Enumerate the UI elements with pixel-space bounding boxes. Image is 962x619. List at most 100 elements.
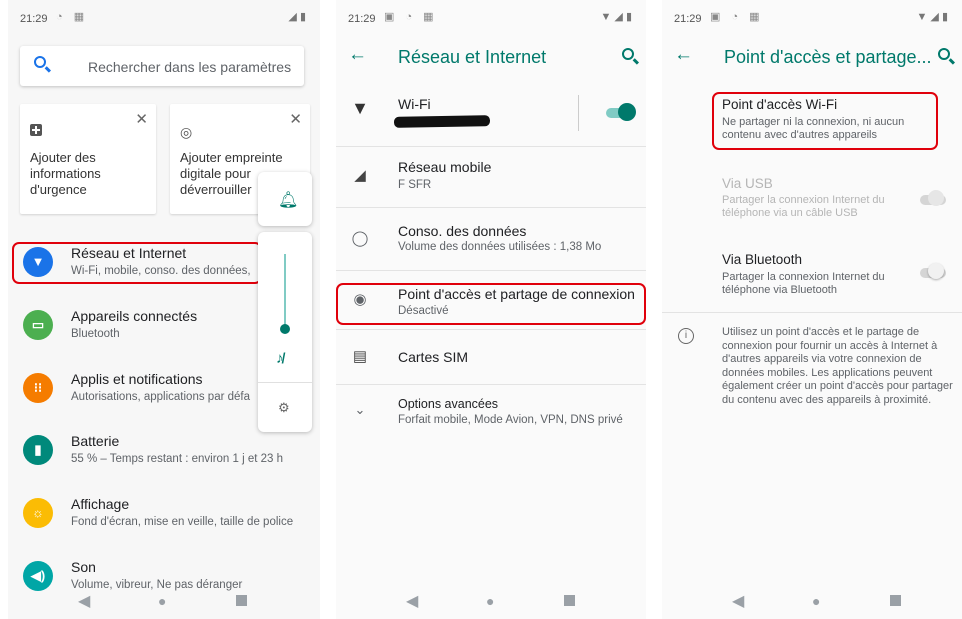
item-subtitle: Volume des données utilisées : 1,38 Mo xyxy=(398,241,602,253)
nav-back-icon[interactable]: ◀ xyxy=(732,591,744,611)
notification-icons: ▣ ◔ ▦ xyxy=(710,11,764,23)
network-item-advanced[interactable]: ⌄ Options avancées Forfait mobile, Mode … xyxy=(336,386,646,440)
suggestion-label: Ajouter des informations d'urgence xyxy=(30,150,101,197)
bluetooth-toggle[interactable] xyxy=(920,263,950,283)
devices-icon: ▭ xyxy=(23,310,53,340)
search-bar[interactable]: Rechercher dans les paramètres xyxy=(20,46,304,86)
notification-icons: ◔ ▦ xyxy=(56,11,89,23)
back-arrow-icon[interactable]: ← xyxy=(674,44,693,66)
redacted-ssid xyxy=(393,115,491,128)
nav-home-icon[interactable]: ● xyxy=(158,593,166,609)
sim-icon: ▤ xyxy=(352,348,368,365)
notification-icons: ▣ ◔ ▦ xyxy=(384,11,438,23)
highlight-hotspot xyxy=(336,283,646,325)
item-subtitle: Autorisations, applications par défa xyxy=(71,391,250,403)
navigation-bar: ◀ ● xyxy=(662,585,962,619)
app-bar: ← Réseau et Internet xyxy=(336,36,646,78)
network-item-mobile[interactable]: ◢ Réseau mobile F SFR xyxy=(336,148,646,208)
item-title: Options avancées xyxy=(398,397,499,411)
search-icon xyxy=(34,56,46,68)
item-title: Wi-Fi xyxy=(398,96,431,112)
data-usage-icon: ◯ xyxy=(351,230,369,247)
bell-icon: 🔔︎ xyxy=(278,192,299,209)
nav-recents-icon[interactable] xyxy=(236,595,247,606)
divider xyxy=(336,329,646,330)
usb-toggle[interactable] xyxy=(920,190,950,210)
medical-icon xyxy=(30,124,42,136)
item-title: Via Bluetooth xyxy=(722,252,803,267)
nav-recents-icon[interactable] xyxy=(890,595,901,606)
settings-item-battery[interactable]: ▮ Batterie 55 % – Temps restant : enviro… xyxy=(8,423,320,483)
network-item-data-usage[interactable]: ◯ Conso. des données Volume des données … xyxy=(336,210,646,270)
navigation-bar: ◀ ● xyxy=(8,585,320,619)
nav-home-icon[interactable]: ● xyxy=(812,593,820,609)
status-bar: 21:29 ◔ ▦ ◢ ▮ xyxy=(8,0,320,36)
network-item-sim[interactable]: ▤ Cartes SIM xyxy=(336,332,646,384)
apps-icon: ⁝⁝ xyxy=(23,373,53,403)
item-subtitle: Partager la connexion Internet du téléph… xyxy=(722,194,885,219)
highlight-hotspot-wifi xyxy=(712,92,938,150)
divider xyxy=(336,146,646,147)
status-time: 21:29 xyxy=(674,13,702,25)
divider xyxy=(662,312,962,313)
nav-back-icon[interactable]: ◀ xyxy=(78,591,90,611)
item-title: Batterie xyxy=(71,433,120,449)
fingerprint-icon: ◎ xyxy=(180,124,193,140)
nav-home-icon[interactable]: ● xyxy=(486,593,494,609)
settings-screen: 21:29 ◔ ▦ ◢ ▮ Rechercher dans les paramè… xyxy=(8,0,320,619)
divider xyxy=(258,382,312,383)
divider xyxy=(336,207,646,208)
item-title: Conso. des données xyxy=(398,223,527,239)
signal-icon: ◢ xyxy=(354,167,366,184)
music-off-icon[interactable]: ♪̸ xyxy=(276,350,284,367)
volume-slider-thumb[interactable] xyxy=(280,324,290,334)
close-icon[interactable]: ✕ xyxy=(135,110,148,128)
app-bar: ← Point d'accès et partage... xyxy=(662,36,962,78)
info-icon: i xyxy=(678,328,694,344)
gear-icon[interactable]: ⚙ xyxy=(278,400,290,416)
volume-panel: ♪̸ ⚙ xyxy=(258,232,312,432)
volume-ringer-button[interactable]: 🔔︎ xyxy=(258,172,312,226)
wifi-toggle[interactable] xyxy=(606,103,636,123)
search-placeholder: Rechercher dans les paramètres xyxy=(88,59,292,75)
chevron-down-icon: ⌄ xyxy=(354,402,366,417)
item-title: Cartes SIM xyxy=(398,349,469,365)
item-title: Affichage xyxy=(71,496,130,512)
divider xyxy=(336,384,646,385)
item-title: Son xyxy=(71,559,96,575)
signal-battery-icon: ▼ ◢ ▮ xyxy=(600,11,632,23)
item-title: Appareils connectés xyxy=(71,308,198,324)
status-time: 21:29 xyxy=(20,13,48,25)
item-subtitle: Partager la connexion Internet du téléph… xyxy=(722,271,885,296)
highlight-network xyxy=(12,242,262,284)
network-screen: 21:29 ▣ ◔ ▦ ▼ ◢ ▮ ← Réseau et Internet ▼… xyxy=(336,0,646,619)
item-subtitle: F SFR xyxy=(398,179,432,191)
item-title: Applis et notifications xyxy=(71,371,203,387)
settings-item-display[interactable]: ☼ Affichage Fond d'écran, mise en veille… xyxy=(8,486,320,546)
search-icon[interactable] xyxy=(622,48,634,60)
volume-slider-track[interactable] xyxy=(284,254,286,326)
item-subtitle: 55 % – Temps restant : environ 1 j et 23… xyxy=(71,453,284,465)
close-icon[interactable]: ✕ xyxy=(289,110,302,128)
signal-battery-icon: ▼ ◢ ▮ xyxy=(916,11,948,23)
item-title: Via USB xyxy=(722,176,773,191)
back-arrow-icon[interactable]: ← xyxy=(348,44,367,66)
navigation-bar: ◀ ● xyxy=(336,585,646,619)
status-bar: 21:29 ▣ ◔ ▦ ▼ ◢ ▮ xyxy=(336,0,646,36)
search-icon[interactable] xyxy=(938,48,950,60)
item-subtitle: Bluetooth xyxy=(71,328,120,340)
wifi-icon: ▼ xyxy=(351,98,369,118)
divider xyxy=(336,270,646,271)
battery-icon: ▮ xyxy=(23,435,53,465)
status-bar: 21:29 ▣ ◔ ▦ ▼ ◢ ▮ xyxy=(662,0,962,36)
nav-recents-icon[interactable] xyxy=(564,595,575,606)
suggestion-card-emergency[interactable]: ✕ Ajouter des informations d'urgence xyxy=(20,104,156,214)
item-title: Réseau mobile xyxy=(398,159,492,175)
network-item-wifi[interactable]: ▼ Wi-Fi xyxy=(336,86,646,146)
display-icon: ☼ xyxy=(23,498,53,528)
nav-back-icon[interactable]: ◀ xyxy=(406,591,418,611)
signal-battery-icon: ◢ ▮ xyxy=(288,11,306,23)
item-subtitle: Fond d'écran, mise en veille, taille de … xyxy=(71,516,294,528)
hotspot-screen: 21:29 ▣ ◔ ▦ ▼ ◢ ▮ ← Point d'accès et par… xyxy=(662,0,962,619)
divider xyxy=(578,95,579,131)
